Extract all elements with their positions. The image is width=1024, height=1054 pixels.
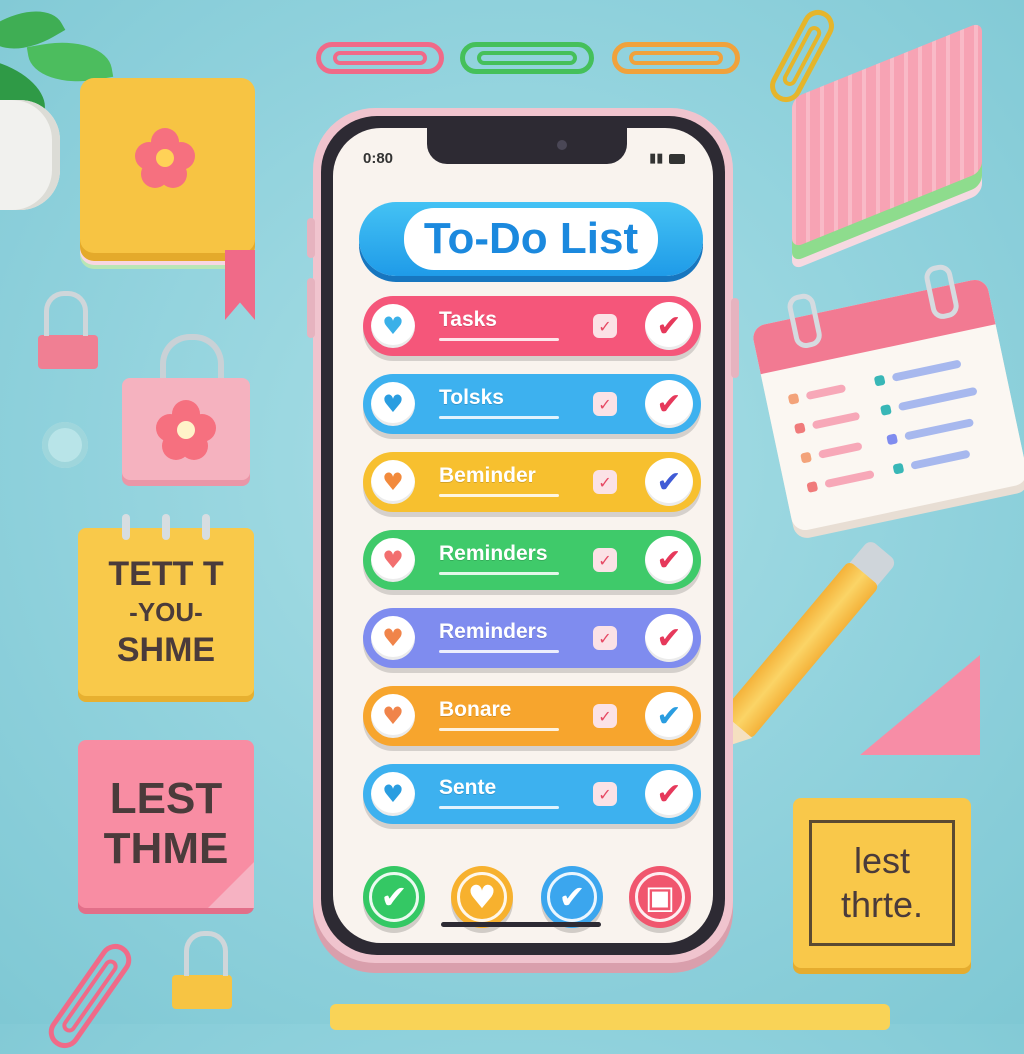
task-label: Beminder (439, 464, 536, 487)
task-label: Bonare (439, 698, 512, 721)
task-row[interactable]: ♥ Tolsks ✓ ✔ (363, 374, 701, 434)
task-underline (439, 572, 559, 575)
bookmark-ribbon (225, 250, 255, 320)
flower-icon (156, 400, 216, 460)
sticky-note-yellow: TETT T -YOU- SHME (78, 514, 254, 696)
check-icon[interactable]: ✔ (645, 302, 693, 350)
task-underline (439, 806, 559, 809)
task-label: Tolsks (439, 386, 504, 409)
task-underline (439, 338, 559, 341)
paperclip-pink (316, 42, 444, 74)
task-label: Tasks (439, 308, 497, 331)
favorite-button[interactable]: ♥ (451, 866, 513, 928)
home-indicator[interactable] (441, 922, 601, 927)
heart-icon[interactable]: ♥ (371, 772, 415, 816)
task-row[interactable]: ♥ Bonare ✓ ✔ (363, 686, 701, 746)
task-row[interactable]: ♥ Tasks ✓ ✔ (363, 296, 701, 356)
heart-icon[interactable]: ♥ (371, 616, 415, 660)
note-line: lest (853, 840, 910, 881)
mini-checkbox[interactable]: ✓ (593, 626, 617, 650)
signal-icon: ▮▮ (649, 150, 664, 165)
app-screen: 0:80 ▮▮ To-Do List ♥ Tasks ✓ ✔ ♥ Tolsks ✓ ✔ ♥ Bem… (333, 128, 713, 943)
pink-bag (122, 378, 250, 480)
note-line: LEST (109, 774, 223, 823)
favorite-icon: ♥ (467, 878, 497, 916)
task-label: Sente (439, 776, 497, 799)
heart-charm-icon (42, 422, 88, 468)
plant-pot (0, 100, 60, 210)
complete-icon: ✔ (380, 878, 408, 916)
battery-icon (669, 153, 685, 164)
task-underline (439, 416, 559, 419)
heart-icon[interactable]: ♥ (371, 304, 415, 348)
paperclip-green (460, 42, 594, 74)
note-line: -YOU- (129, 597, 203, 627)
heart-icon[interactable]: ♥ (371, 538, 415, 582)
status-time: 0:80 (363, 150, 394, 167)
calendar-illustration (750, 262, 1024, 533)
note-line: THME (103, 824, 229, 873)
sticky-note-lest: lest thrte. (793, 798, 971, 968)
check-icon[interactable]: ✔ (645, 692, 693, 740)
note-line: thrte. (840, 884, 924, 925)
pencil-icon (330, 1004, 890, 1030)
heart-icon[interactable]: ♥ (371, 694, 415, 738)
mini-checkbox[interactable]: ✓ (593, 392, 617, 416)
task-row[interactable]: ♥ Sente ✓ ✔ (363, 764, 701, 824)
check-icon[interactable]: ✔ (645, 458, 693, 506)
task-label: Reminders (439, 620, 548, 643)
sticky-note-pink: LEST THME (78, 740, 254, 908)
paperclip-pink (42, 937, 138, 1054)
task-row[interactable]: ♥ Reminders ✓ ✔ (363, 530, 701, 590)
triangle-ruler (860, 655, 980, 755)
complete-button[interactable]: ✔ (363, 866, 425, 928)
page-title: To-Do List (403, 208, 659, 270)
mini-checkbox[interactable]: ✓ (593, 548, 617, 572)
done-button[interactable]: ✔ (541, 866, 603, 928)
smartphone: 0:80 ▮▮ To-Do List ♥ Tasks ✓ ✔ ♥ Tolsks ✓ ✔ ♥ Bem… (307, 108, 739, 963)
pink-notepad (792, 21, 982, 249)
check-icon[interactable]: ✔ (645, 614, 693, 662)
task-underline (439, 494, 559, 497)
note-line: SHME (116, 631, 216, 669)
mini-checkbox[interactable]: ✓ (593, 782, 617, 806)
binder-clip (172, 931, 232, 1009)
done-icon: ✔ (558, 878, 586, 916)
heart-icon[interactable]: ♥ (371, 460, 415, 504)
mini-checkbox[interactable]: ✓ (593, 704, 617, 728)
note-line: TETT T (108, 555, 224, 593)
task-underline (439, 728, 559, 731)
check-icon[interactable]: ✔ (645, 380, 693, 428)
calendar-button[interactable]: ▣ (629, 866, 691, 928)
app-title-banner: To-Do List (359, 202, 703, 276)
task-underline (439, 650, 559, 653)
phone-notch (427, 128, 627, 164)
mini-checkbox[interactable]: ✓ (593, 470, 617, 494)
mini-checkbox[interactable]: ✓ (593, 314, 617, 338)
status-indicators: ▮▮ (649, 150, 685, 166)
check-icon[interactable]: ✔ (645, 770, 693, 818)
calendar-icon: ▣ (644, 878, 676, 916)
binder-clip (38, 291, 98, 369)
task-row[interactable]: ♥ Reminders ✓ ✔ (363, 608, 701, 668)
task-label: Reminders (439, 542, 548, 565)
heart-icon[interactable]: ♥ (371, 382, 415, 426)
flower-icon (135, 128, 195, 188)
check-icon[interactable]: ✔ (645, 536, 693, 584)
task-row[interactable]: ♥ Beminder ✓ ✔ (363, 452, 701, 512)
yellow-notebook (80, 78, 255, 253)
paperclip-orange (612, 42, 740, 74)
